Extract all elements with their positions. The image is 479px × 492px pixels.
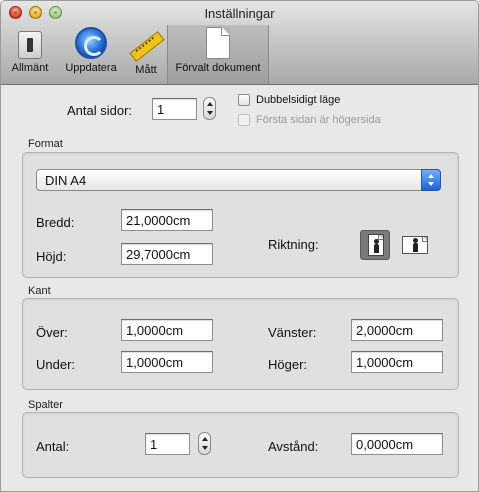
margin-left-label: Vänster:: [268, 325, 317, 340]
toolbar-general-label: Allmänt: [11, 62, 49, 74]
margin-right-field[interactable]: 1,0000cm: [351, 351, 443, 373]
margin-bottom-label: Under:: [36, 357, 76, 372]
margin-right-label: Höger:: [268, 357, 308, 372]
ruler-icon: [127, 27, 165, 61]
preferences-window: Inställningar Allmänt Uppdatera Mått För…: [0, 0, 479, 492]
double-sided-option[interactable]: Dubbelsidigt läge: [238, 94, 340, 106]
first-page-right-checkbox: [238, 114, 250, 126]
first-page-right-option: Första sidan är högersida: [238, 114, 381, 126]
margin-top-label: Över:: [36, 325, 68, 340]
first-page-right-label: Första sidan är högersida: [256, 114, 381, 126]
page-fold-icon: [422, 237, 427, 242]
height-label: Höjd:: [36, 249, 67, 264]
person-icon: [374, 239, 379, 253]
toolbar-measure-label: Mått: [135, 64, 157, 76]
format-group-title: Format: [28, 138, 63, 150]
toolbar-update[interactable]: Uppdatera: [59, 27, 123, 83]
height-field[interactable]: 29,7000cm: [121, 243, 213, 265]
paper-size-popup[interactable]: DIN A4: [36, 169, 441, 191]
landscape-page-icon: [402, 236, 428, 254]
toolbar-update-label: Uppdatera: [65, 62, 117, 74]
page-count-label: Antal sidor:: [67, 103, 133, 118]
column-count-field[interactable]: 1: [145, 433, 190, 455]
margins-group-title: Kant: [28, 285, 51, 297]
orientation-label: Riktning:: [268, 237, 319, 252]
portrait-page-icon: [368, 234, 384, 256]
margin-top-field[interactable]: 1,0000cm: [121, 319, 213, 341]
margin-left-field[interactable]: 2,0000cm: [351, 319, 443, 341]
toolbar-default-document[interactable]: Förvalt dokument: [167, 25, 269, 84]
column-count-label: Antal:: [36, 439, 70, 454]
popup-arrows-icon: [421, 169, 441, 191]
document-icon: [206, 27, 230, 59]
landscape-orientation-button[interactable]: [400, 230, 430, 260]
column-spacing-field[interactable]: 0,0000cm: [351, 433, 443, 455]
column-spacing-label: Avstånd:: [268, 439, 319, 454]
toolbar-default-document-label: Förvalt dokument: [175, 62, 261, 74]
title-toolbar: Inställningar Allmänt Uppdatera Mått För…: [1, 1, 478, 85]
margin-bottom-field[interactable]: 1,0000cm: [121, 351, 213, 373]
paper-size-value: DIN A4: [45, 173, 87, 188]
page-count-stepper[interactable]: [203, 97, 216, 120]
double-sided-label: Dubbelsidigt läge: [256, 94, 341, 106]
page-fold-icon: [378, 235, 383, 240]
toolbar-measure[interactable]: Mått: [127, 27, 165, 83]
switch-icon: [18, 31, 42, 59]
page-count-field[interactable]: 1: [152, 98, 197, 120]
columns-group-title: Spalter: [28, 399, 63, 411]
double-sided-checkbox[interactable]: [238, 94, 250, 106]
person-icon: [413, 238, 418, 252]
column-count-stepper[interactable]: [198, 432, 211, 455]
width-field[interactable]: 21,0000cm: [121, 209, 213, 231]
toolbar-general[interactable]: Allmänt: [5, 27, 55, 83]
width-label: Bredd:: [36, 215, 75, 230]
window-title: Inställningar: [204, 6, 275, 21]
portrait-orientation-button[interactable]: [360, 230, 390, 260]
margins-group: [22, 298, 459, 390]
update-icon: [75, 27, 107, 59]
